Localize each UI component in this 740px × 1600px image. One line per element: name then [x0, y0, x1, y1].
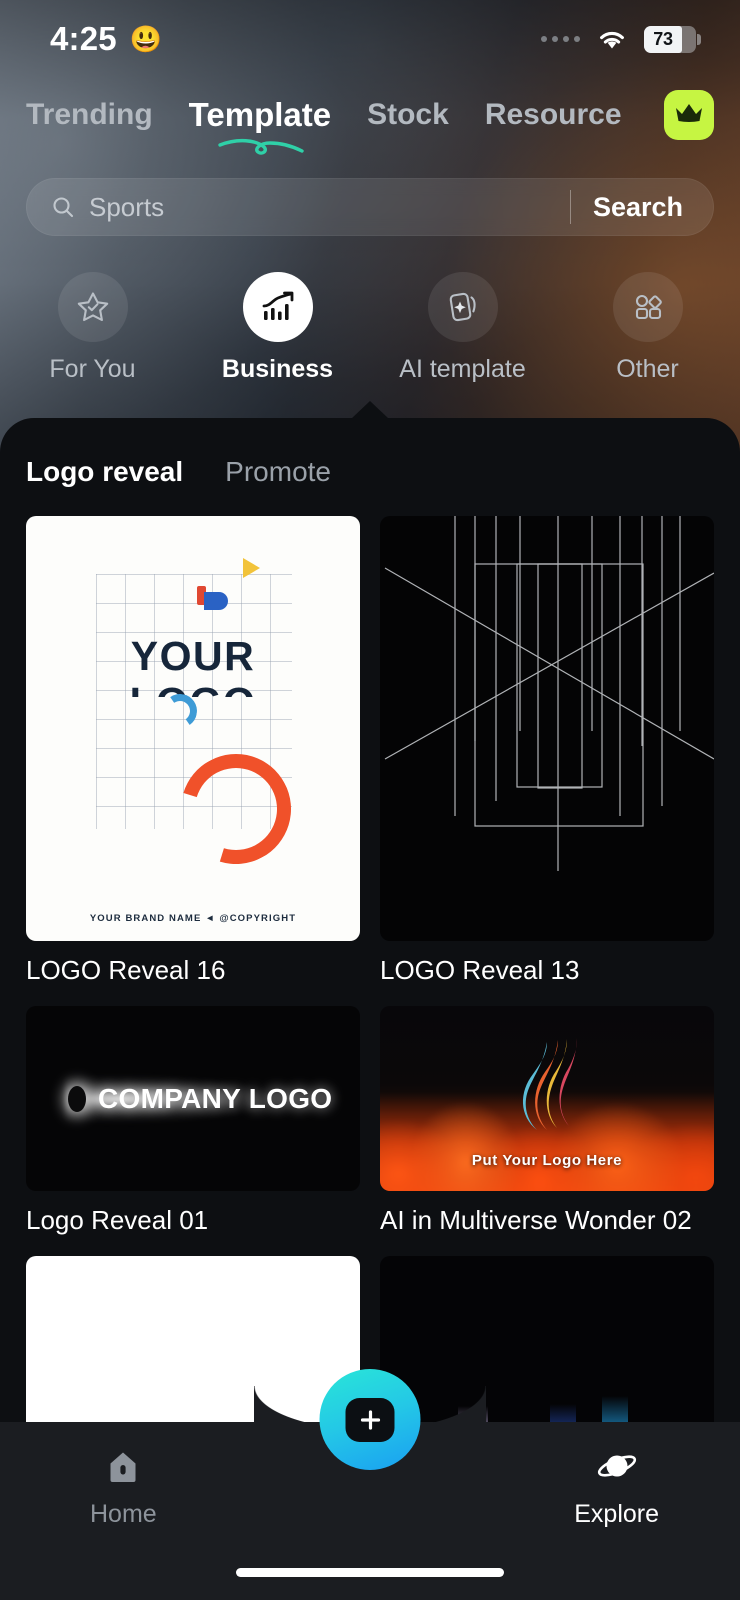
search-divider: [569, 190, 571, 224]
template-card[interactable]: YOUR LOGO YOUR BRAND NAME ◄ @COPYRIGHT L…: [26, 516, 360, 986]
search-input[interactable]: [89, 191, 570, 223]
app-screen: 4:25 😃 73 Trending Template Stock Resour…: [0, 0, 740, 1600]
sub-tab-bar: Logo reveal Promote: [26, 456, 331, 488]
status-bar-right: 73: [541, 25, 701, 53]
category-label: Other: [616, 355, 679, 383]
category-for-you[interactable]: For You: [0, 272, 185, 392]
category-ai-template[interactable]: AI template: [370, 272, 555, 392]
crown-icon: [673, 100, 705, 131]
plus-icon: [345, 1397, 395, 1442]
template-thumbnail[interactable]: COMPANY LOGO: [26, 1006, 360, 1191]
active-tab-underline-icon: [218, 139, 304, 155]
light-source-shape: [68, 1085, 86, 1112]
status-bar: 4:25 😃 73: [0, 0, 740, 78]
category-label: Business: [221, 355, 334, 383]
search-bar[interactable]: Search: [26, 178, 714, 236]
tab-resource[interactable]: Resource: [485, 98, 622, 132]
tab-template[interactable]: Template: [188, 96, 332, 155]
template-card[interactable]: LOGO Reveal 13: [380, 516, 714, 986]
category-other[interactable]: Other: [555, 272, 740, 392]
premium-crown-button[interactable]: [664, 90, 714, 140]
nav-label: Home: [89, 1499, 157, 1528]
category-business[interactable]: Business: [185, 272, 370, 392]
thumb-text-main: Put Your Logo Here: [471, 1152, 623, 1169]
create-button[interactable]: [319, 1369, 421, 1470]
template-title: AI in Multiverse Wonder 02: [380, 1205, 692, 1235]
template-thumbnail[interactable]: YOUR LOGO YOUR BRAND NAME ◄ @COPYRIGHT: [26, 516, 360, 941]
sheet-notch-arrow: [351, 401, 389, 419]
template-card[interactable]: Put Your Logo Here AI in Multiverse Wond…: [380, 1006, 714, 1236]
template-thumbnail[interactable]: Put Your Logo Here: [380, 1006, 714, 1191]
bottom-navigation-bar: Home Explore: [0, 1369, 740, 1600]
category-label: AI template: [399, 355, 526, 383]
signal-dots-icon: [541, 36, 580, 42]
geometric-lines-art: [384, 516, 714, 871]
yellow-triangle-shape: [243, 558, 260, 578]
smiley-face-icon: 😃: [129, 24, 163, 54]
ai-cards-sparkle-icon: [427, 272, 498, 342]
status-time: 4:25: [50, 20, 117, 57]
template-title: LOGO Reveal 16: [26, 955, 226, 985]
thumb-text-main: COMPANY LOGO: [98, 1082, 333, 1114]
nav-item-explore[interactable]: Explore: [542, 1448, 692, 1529]
template-title: Logo Reveal 01: [26, 1205, 209, 1235]
search-icon: [51, 195, 75, 219]
grid-shapes-icon: [612, 272, 683, 342]
top-tab-bar: Trending Template Stock Resource: [0, 84, 740, 155]
blue-mark-shape: [204, 592, 228, 610]
subtab-logo-reveal[interactable]: Logo reveal: [26, 456, 183, 488]
tab-template-label: Template: [188, 96, 332, 133]
tab-stock[interactable]: Stock: [367, 98, 449, 132]
thumb-text-main: YOUR: [130, 633, 256, 679]
battery-percent: 73: [653, 28, 673, 49]
battery-icon: 73: [644, 25, 701, 53]
nav-item-home[interactable]: Home: [48, 1448, 198, 1529]
home-indicator: [236, 1568, 504, 1577]
template-thumbnail[interactable]: [380, 516, 714, 941]
subtab-promote[interactable]: Promote: [225, 456, 331, 488]
thumb-footer-text: YOUR BRAND NAME ◄ @COPYRIGHT: [89, 913, 297, 924]
colorful-flame-icon: [522, 1038, 577, 1130]
wifi-icon: [597, 28, 627, 50]
home-icon: [104, 1448, 142, 1491]
search-button[interactable]: Search: [593, 192, 683, 223]
category-label: For You: [49, 355, 136, 383]
chart-growth-icon: [242, 272, 313, 342]
tab-trending[interactable]: Trending: [26, 98, 153, 132]
nav-label: Explore: [574, 1499, 660, 1528]
thumb-text-second: LOGO: [26, 679, 360, 697]
status-bar-left: 4:25 😃: [50, 20, 162, 58]
star-check-icon: [57, 272, 128, 342]
category-row: For You Business AI template Other: [0, 272, 740, 392]
planet-icon: [596, 1448, 638, 1491]
templates-grid: YOUR LOGO YOUR BRAND NAME ◄ @COPYRIGHT L…: [26, 516, 714, 1446]
template-card[interactable]: COMPANY LOGO Logo Reveal 01: [26, 1006, 360, 1236]
template-title: LOGO Reveal 13: [380, 955, 580, 985]
